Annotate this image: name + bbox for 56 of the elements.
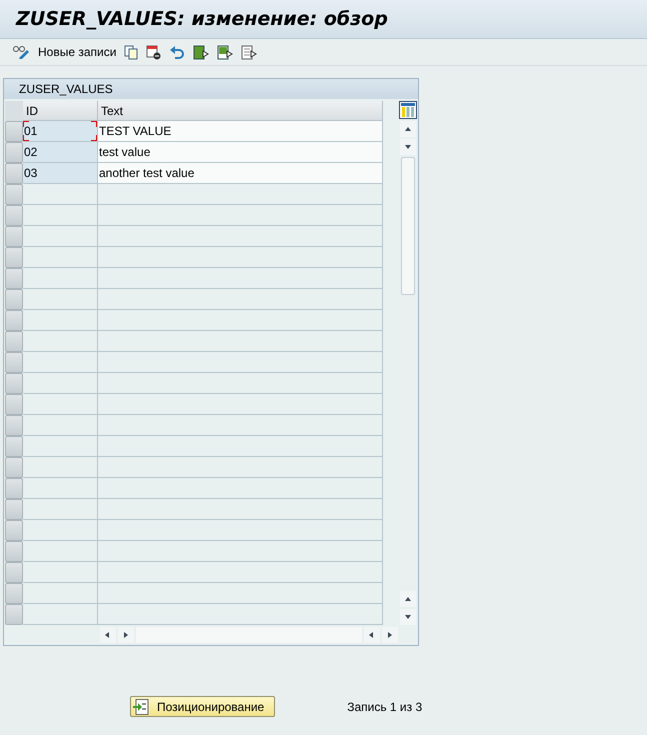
select-block-icon[interactable] [217,44,234,60]
row-selector[interactable] [5,247,23,268]
scroll-down-icon[interactable] [404,613,412,621]
new-entries-button[interactable]: Новые записи [38,45,116,59]
table-cell[interactable]: 01 [23,121,98,142]
row-selector[interactable] [5,163,23,184]
row-selector[interactable] [5,310,23,331]
row-selector[interactable] [5,604,23,625]
row-selector[interactable] [5,352,23,373]
glasses-pencil-icon[interactable] [12,45,30,59]
row-selector[interactable] [5,121,23,142]
position-button[interactable]: Позиционирование [130,696,276,717]
row-selector[interactable] [5,184,23,205]
deselect-all-icon[interactable] [241,44,258,60]
column-header[interactable]: ID [23,101,98,121]
scroll-up-icon[interactable] [404,125,412,133]
row-selector[interactable] [5,415,23,436]
row-selector[interactable] [5,331,23,352]
row-selector[interactable] [5,394,23,415]
select-all-corner[interactable] [5,101,23,121]
table-cell[interactable]: test value [98,142,383,163]
table-cell[interactable]: 03 [23,163,98,184]
row-selector[interactable] [5,205,23,226]
row-selector[interactable] [5,562,23,583]
copy-icon[interactable] [124,44,138,60]
delete-row-icon[interactable] [146,44,162,60]
undo-icon[interactable] [169,46,186,58]
row-selector[interactable] [5,583,23,604]
scrollbar-thumb[interactable] [401,157,415,295]
row-selector[interactable] [5,436,23,457]
table-cell[interactable]: 02 [23,142,98,163]
scroll-down-icon[interactable] [404,143,412,151]
row-selector[interactable] [5,520,23,541]
row-selector[interactable] [5,226,23,247]
scroll-left-icon[interactable] [104,631,112,639]
row-selector[interactable] [5,289,23,310]
window-title: ZUSER_VALUES: изменение: обзор [16,8,388,30]
row-selector[interactable] [5,373,23,394]
table-cell[interactable]: another test value [98,163,383,184]
position-icon [133,698,149,714]
select-all-icon[interactable] [193,44,210,60]
row-selector[interactable] [5,499,23,520]
table-cell[interactable]: TEST VALUE [98,121,383,142]
row-selector[interactable] [5,457,23,478]
scroll-right-icon[interactable] [386,631,394,639]
column-settings-icon[interactable] [399,101,417,119]
scroll-right-icon[interactable] [122,631,130,639]
scroll-left-icon[interactable] [368,631,376,639]
scroll-up-icon[interactable] [404,595,412,603]
row-selector[interactable] [5,541,23,562]
row-selector[interactable] [5,478,23,499]
record-counter: Запись 1 из 3 [347,700,422,714]
row-selector[interactable] [5,268,23,289]
column-header[interactable]: Text [98,101,383,121]
panel-title: ZUSER_VALUES [19,82,113,96]
row-selector[interactable] [5,142,23,163]
